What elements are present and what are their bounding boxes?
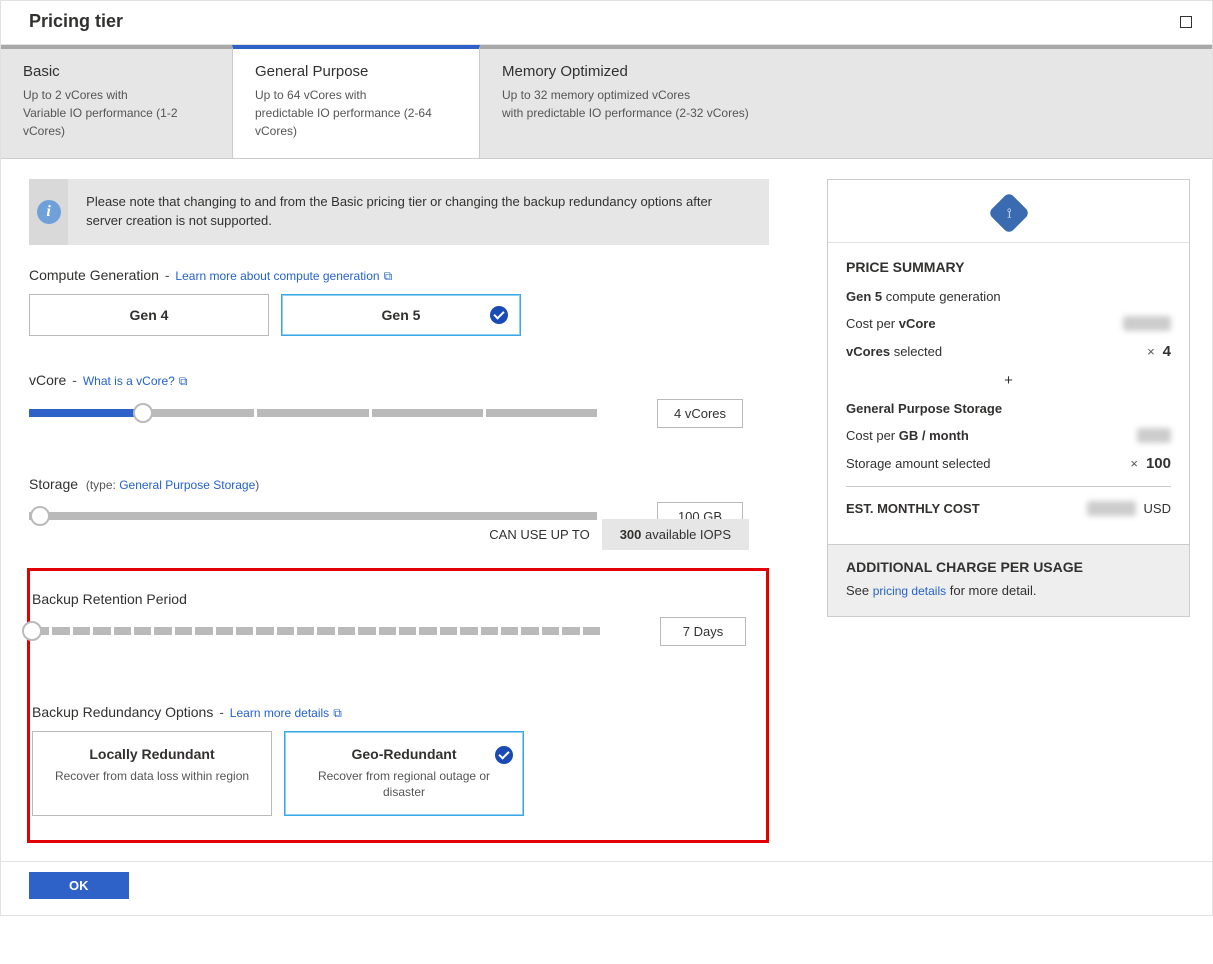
compute-generation-label: Compute Generation - Learn more about co… — [29, 267, 769, 284]
ok-button[interactable]: OK — [29, 872, 129, 899]
price-summary-title: PRICE SUMMARY — [846, 259, 1171, 275]
redundancy-option-geo-redundant[interactable]: Geo-Redundant Recover from regional outa… — [284, 731, 524, 817]
tier-tabs: Basic Up to 2 vCores with Variable IO pe… — [1, 45, 1212, 159]
vcore-learn-more-link[interactable]: What is a vCore?⧉ — [83, 374, 188, 388]
tier-title: General Purpose — [255, 63, 457, 80]
backup-retention-value: 7 Days — [660, 617, 746, 646]
vcore-label: vCore - What is a vCore?⧉ — [29, 372, 769, 389]
plus-divider: + — [846, 372, 1171, 389]
storage-type-link[interactable]: General Purpose Storage — [119, 478, 255, 492]
blade-header: Pricing tier — [1, 1, 1212, 45]
tier-sub: Up to 64 vCores with — [255, 86, 457, 104]
redacted-price: 00000 — [1087, 501, 1135, 516]
vcore-slider[interactable] — [29, 409, 597, 417]
tier-tab-basic[interactable]: Basic Up to 2 vCores with Variable IO pe… — [1, 45, 232, 158]
external-link-icon: ⧉ — [179, 374, 188, 388]
info-notice-text: Please note that changing to and from th… — [68, 179, 769, 245]
additional-charge-section: ADDITIONAL CHARGE PER USAGE See pricing … — [828, 544, 1189, 616]
tier-title: Basic — [23, 63, 210, 80]
check-icon — [490, 306, 508, 324]
backup-redundancy-label: Backup Redundancy Options - Learn more d… — [32, 704, 746, 721]
backup-highlight-box: Backup Retention Period 7 Days Backup Re… — [27, 568, 769, 844]
pricing-details-link[interactable]: pricing details — [873, 584, 946, 598]
external-link-icon: ⧉ — [384, 269, 393, 283]
tier-sub: Up to 2 vCores with — [23, 86, 210, 104]
page-title: Pricing tier — [29, 11, 123, 32]
vcore-value: 4 vCores — [657, 399, 743, 428]
compute-option-gen4[interactable]: Gen 4 — [29, 294, 269, 336]
maximize-icon[interactable] — [1180, 16, 1192, 28]
compute-option-gen5[interactable]: Gen 5 — [281, 294, 521, 336]
tier-sub: with predictable IO performance (2-32 vC… — [502, 104, 1190, 122]
info-icon: i — [37, 200, 61, 224]
redundancy-learn-more-link[interactable]: Learn more details⧉ — [230, 706, 342, 720]
slider-thumb[interactable] — [30, 506, 50, 526]
backup-retention-label: Backup Retention Period — [32, 591, 746, 607]
tier-sub: predictable IO performance (2-64 vCores) — [255, 104, 457, 140]
storage-label: Storage (type: General Purpose Storage) — [29, 476, 769, 492]
tier-sub: Variable IO performance (1-2 vCores) — [23, 104, 210, 140]
storage-slider[interactable] — [29, 512, 597, 520]
database-icon: ⟟ — [987, 192, 1029, 234]
redundancy-option-locally-redundant[interactable]: Locally Redundant Recover from data loss… — [32, 731, 272, 817]
compute-generation-learn-more-link[interactable]: Learn more about compute generation⧉ — [175, 269, 392, 283]
info-notice: i Please note that changing to and from … — [29, 179, 769, 245]
price-summary-panel: ⟟ PRICE SUMMARY Gen 5 compute generation… — [827, 179, 1190, 617]
check-icon — [495, 746, 513, 764]
iops-indicator: CAN USE UP TO 300 available IOPS — [29, 519, 749, 550]
redacted-price: 000 — [1137, 428, 1171, 443]
tier-tab-memory-optimized[interactable]: Memory Optimized Up to 32 memory optimiz… — [480, 45, 1212, 158]
redacted-price: 00000 — [1123, 316, 1171, 331]
tier-title: Memory Optimized — [502, 63, 1190, 80]
backup-retention-slider[interactable] — [32, 627, 600, 635]
external-link-icon: ⧉ — [333, 706, 342, 720]
tier-sub: Up to 32 memory optimized vCores — [502, 86, 1190, 104]
slider-thumb[interactable] — [22, 621, 42, 641]
slider-thumb[interactable] — [133, 403, 153, 423]
tier-tab-general-purpose[interactable]: General Purpose Up to 64 vCores with pre… — [232, 45, 480, 158]
